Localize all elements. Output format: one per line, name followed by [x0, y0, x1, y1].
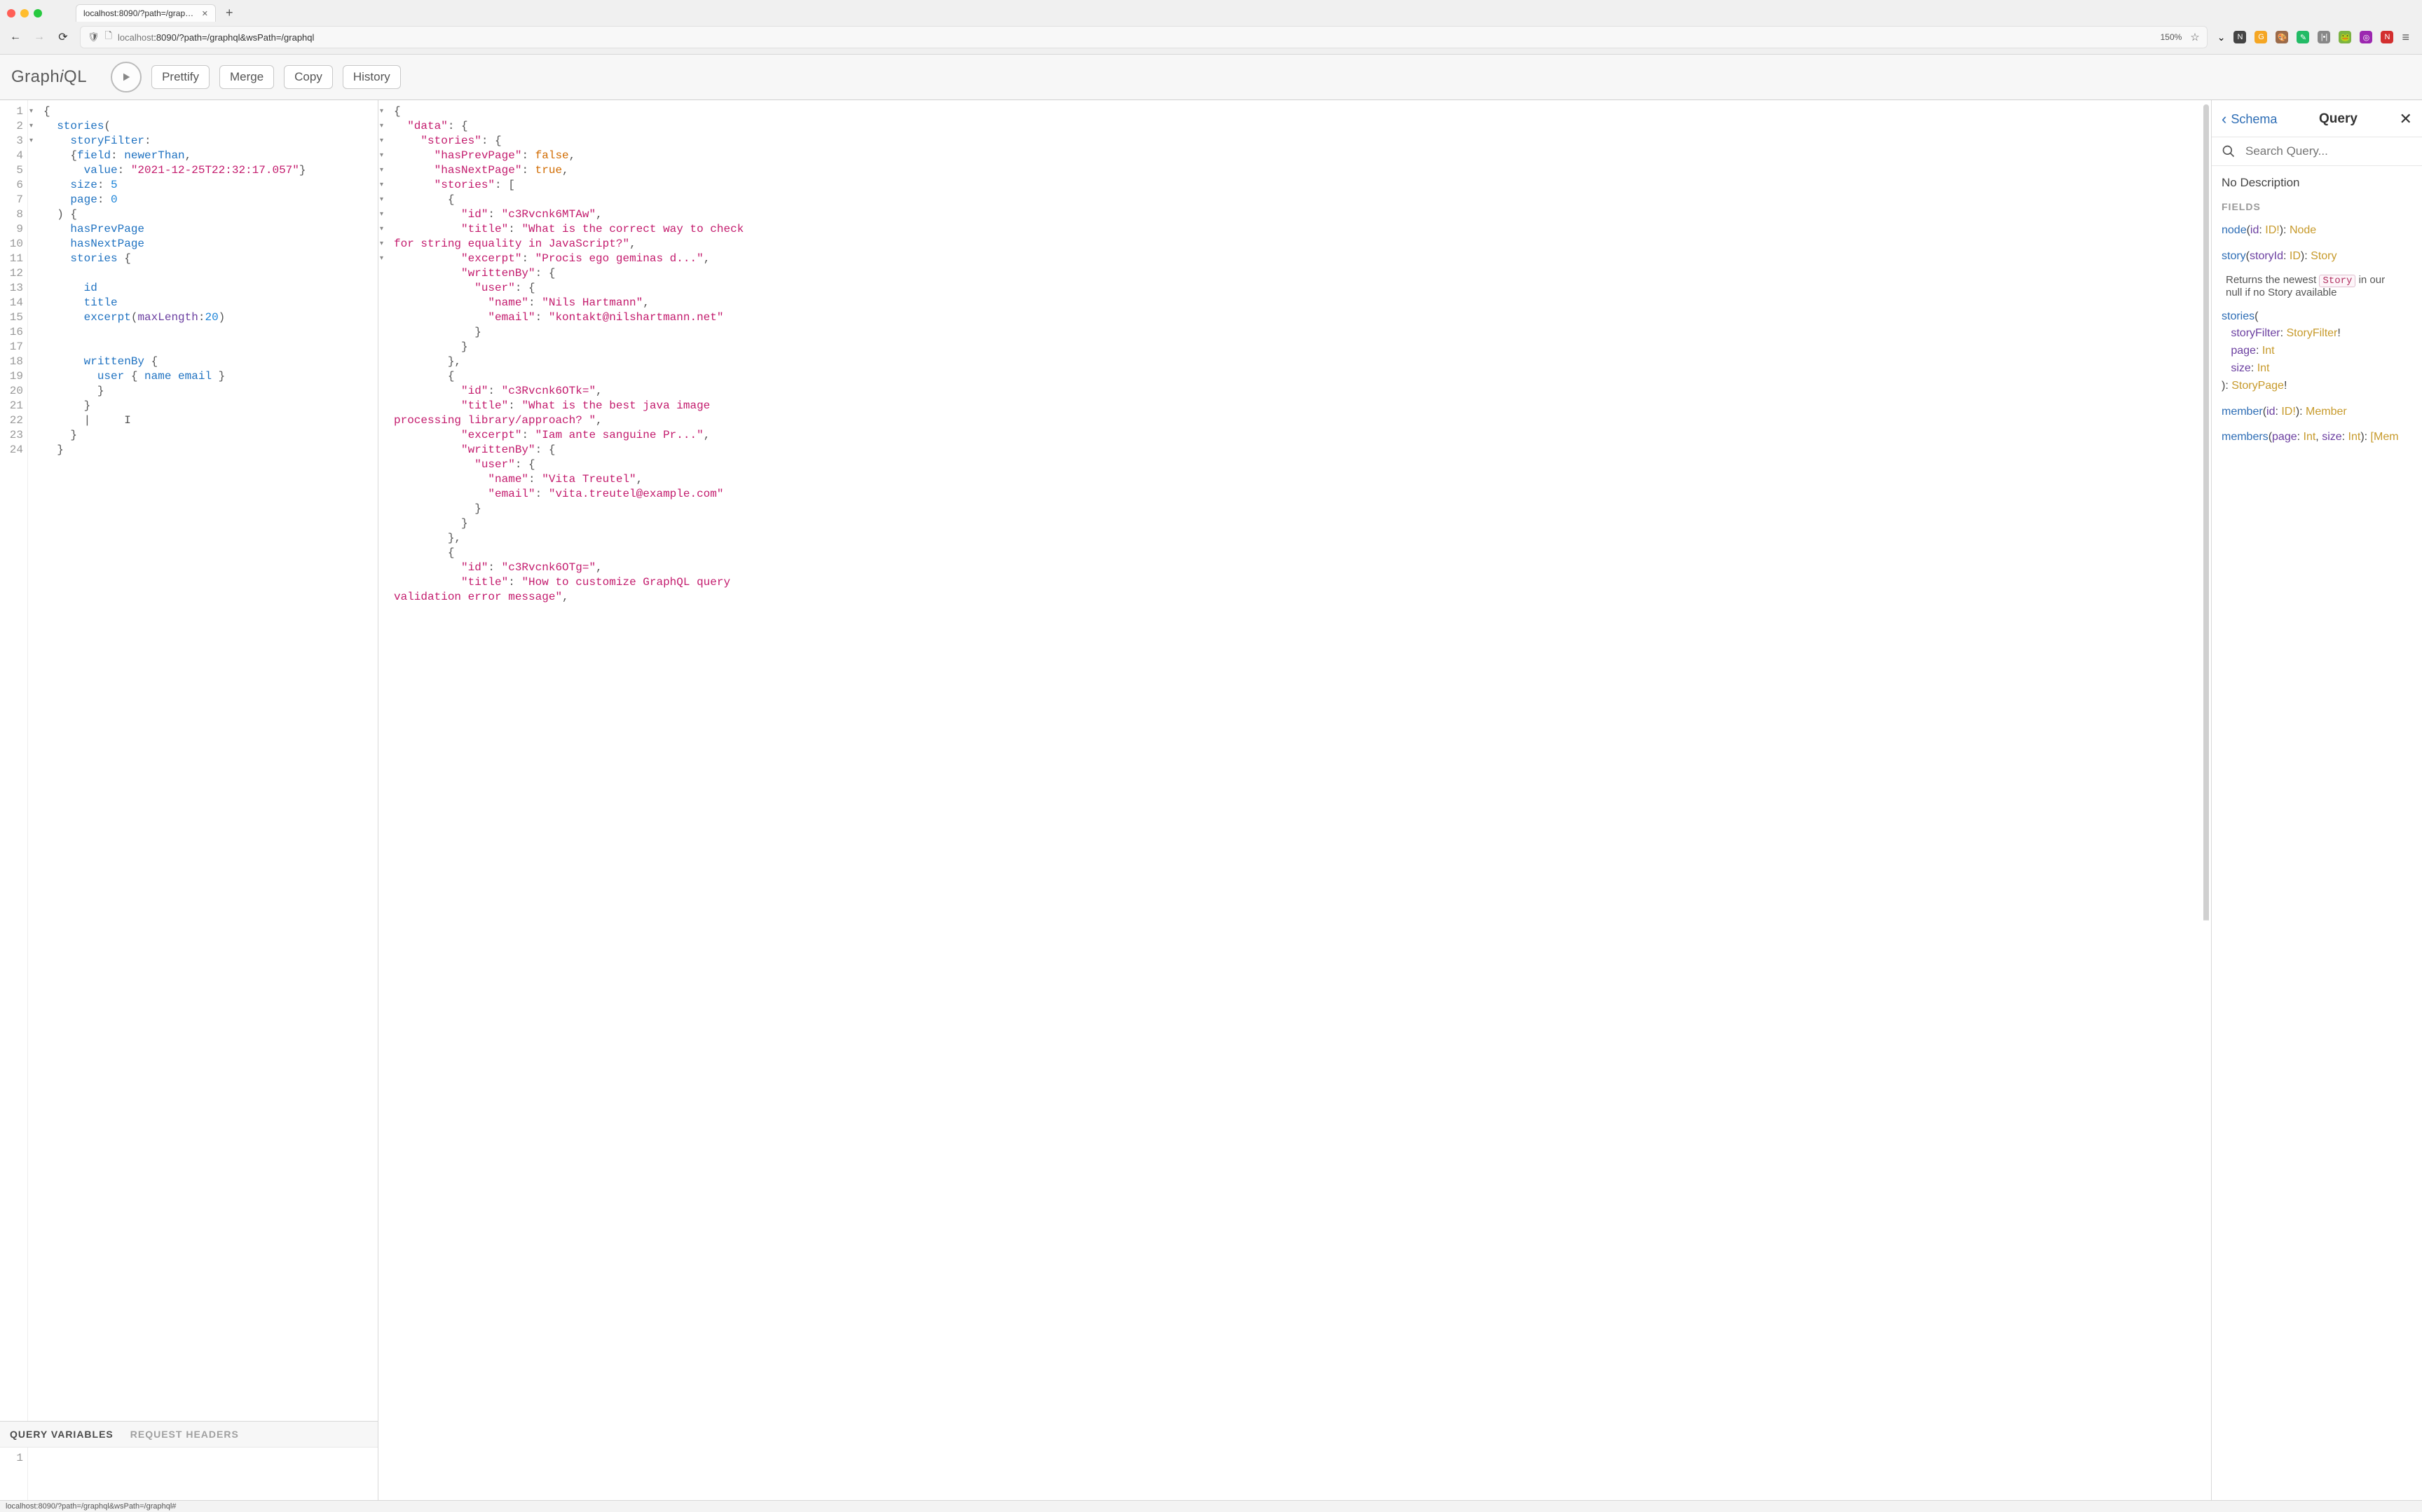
- docs-body: No Description FIELDS node(id: ID!): Nod…: [2212, 166, 2422, 460]
- bookmark-icon[interactable]: ☆: [2190, 31, 2199, 43]
- address-bar[interactable]: 🛡 🗋 localhost:8090/?path=/graphql&wsPath…: [80, 26, 2208, 48]
- query-editor[interactable]: 123456789101112131415161718192021222324 …: [0, 100, 378, 1421]
- merge-button[interactable]: Merge: [219, 65, 274, 89]
- address-row: ← → ⟳ 🛡 🗋 localhost:8090/?path=/graphql&…: [0, 22, 2422, 54]
- extension-icon-6[interactable]: 🐸: [2339, 31, 2351, 43]
- close-window-button[interactable]: [7, 9, 15, 18]
- docs-search: [2212, 137, 2422, 166]
- tab-title: localhost:8090/?path=/graphql&wsP: [83, 8, 195, 18]
- scrollbar[interactable]: [2203, 104, 2209, 1464]
- result-pane: ▾▾▾▾▾▾▾▾▾▾▾ { "data": { "stories": { "ha…: [378, 100, 2212, 1512]
- forward-button[interactable]: →: [32, 31, 46, 43]
- shield-icon[interactable]: 🛡: [88, 32, 100, 43]
- window-controls: [7, 9, 42, 18]
- docs-panel: ‹ Schema Query ✕ No Description FIELDS n…: [2212, 100, 2422, 1512]
- logo-text-1: Graph: [11, 67, 60, 86]
- docs-no-description: No Description: [2222, 176, 2412, 190]
- status-bar: localhost:8090/?path=/graphql&wsPath=/gr…: [0, 1500, 2422, 1512]
- url-host: localhost: [118, 32, 153, 43]
- field-node[interactable]: node(id: ID!): Node: [2222, 222, 2412, 240]
- extension-icon-7[interactable]: ◎: [2360, 31, 2372, 43]
- result-viewer[interactable]: ▾▾▾▾▾▾▾▾▾▾▾ { "data": { "stories": { "ha…: [378, 100, 2211, 1512]
- logo-text-2: QL: [64, 67, 87, 86]
- extension-icon-1[interactable]: N: [2233, 31, 2246, 43]
- execute-button[interactable]: [111, 62, 142, 92]
- field-member[interactable]: member(id: ID!): Member: [2222, 404, 2412, 421]
- docs-header: ‹ Schema Query ✕: [2212, 100, 2422, 137]
- field-story[interactable]: story(storyId: ID): Story: [2222, 248, 2412, 266]
- close-tab-icon[interactable]: ✕: [202, 9, 208, 18]
- query-code[interactable]: { stories( storyFilter: {field: newerTha…: [38, 100, 378, 1421]
- docs-close-button[interactable]: ✕: [2400, 110, 2412, 128]
- back-button[interactable]: ←: [8, 31, 22, 43]
- extension-icon-4[interactable]: ✎: [2297, 31, 2309, 43]
- docs-fields-heading: FIELDS: [2222, 201, 2412, 212]
- maximize-window-button[interactable]: [34, 9, 42, 18]
- extension-icons: ⌄ N G 🎨 ✎ |•| 🐸 ◎ N ≡: [2217, 30, 2414, 45]
- browser-tab[interactable]: localhost:8090/?path=/graphql&wsP ✕: [76, 4, 216, 22]
- copy-button[interactable]: Copy: [284, 65, 333, 89]
- line-number-gutter: 123456789101112131415161718192021222324: [0, 100, 28, 1421]
- play-icon: [121, 71, 132, 83]
- result-code: { "data": { "stories": { "hasPrevPage": …: [388, 100, 2211, 1512]
- browser-chrome: localhost:8090/?path=/graphql&wsP ✕ + ← …: [0, 0, 2422, 55]
- docs-search-input[interactable]: [2245, 144, 2412, 158]
- tab-query-variables[interactable]: QUERY VARIABLES: [10, 1429, 114, 1440]
- tab-strip: localhost:8090/?path=/graphql&wsP ✕ +: [0, 0, 2422, 22]
- app-logo: GraphiQL: [11, 67, 87, 87]
- site-info-icon[interactable]: 🗋: [105, 29, 112, 45]
- new-tab-button[interactable]: +: [221, 6, 238, 20]
- reload-button[interactable]: ⟳: [56, 30, 70, 44]
- url-path: :8090/?path=/graphql&wsPath=/graphql: [153, 32, 314, 43]
- search-icon: [2222, 144, 2236, 158]
- field-stories[interactable]: stories( storyFilter: StoryFilter! page:…: [2222, 308, 2412, 395]
- extension-icon-2[interactable]: G: [2255, 31, 2267, 43]
- prettify-button[interactable]: Prettify: [151, 65, 210, 89]
- docs-title: Query: [2319, 111, 2358, 127]
- zoom-level[interactable]: 150%: [2161, 32, 2182, 42]
- menu-icon[interactable]: ≡: [2402, 30, 2409, 45]
- history-button[interactable]: History: [343, 65, 401, 89]
- workspace: 123456789101112131415161718192021222324 …: [0, 100, 2422, 1512]
- result-fold-gutter[interactable]: ▾▾▾▾▾▾▾▾▾▾▾: [378, 100, 388, 1512]
- pocket-icon[interactable]: ⌄: [2217, 32, 2226, 43]
- docs-back-button[interactable]: ‹ Schema: [2222, 110, 2277, 128]
- chevron-left-icon: ‹: [2222, 110, 2226, 128]
- graphiql-toolbar: GraphiQL Prettify Merge Copy History: [0, 55, 2422, 100]
- extension-icon-8[interactable]: N: [2381, 31, 2393, 43]
- minimize-window-button[interactable]: [20, 9, 29, 18]
- extension-icon-3[interactable]: 🎨: [2276, 31, 2288, 43]
- docs-back-label: Schema: [2231, 112, 2277, 127]
- tab-request-headers[interactable]: REQUEST HEADERS: [130, 1429, 239, 1440]
- query-editor-column: 123456789101112131415161718192021222324 …: [0, 100, 378, 1512]
- extension-icon-5[interactable]: |•|: [2318, 31, 2330, 43]
- fold-gutter[interactable]: ▾▾▾: [28, 100, 38, 1421]
- field-members[interactable]: members(page: Int, size: Int): [Mem: [2222, 429, 2412, 446]
- field-story-description: Returns the newest Story in our null if …: [2226, 274, 2412, 298]
- secondary-editor-tabs: QUERY VARIABLES REQUEST HEADERS: [0, 1421, 378, 1448]
